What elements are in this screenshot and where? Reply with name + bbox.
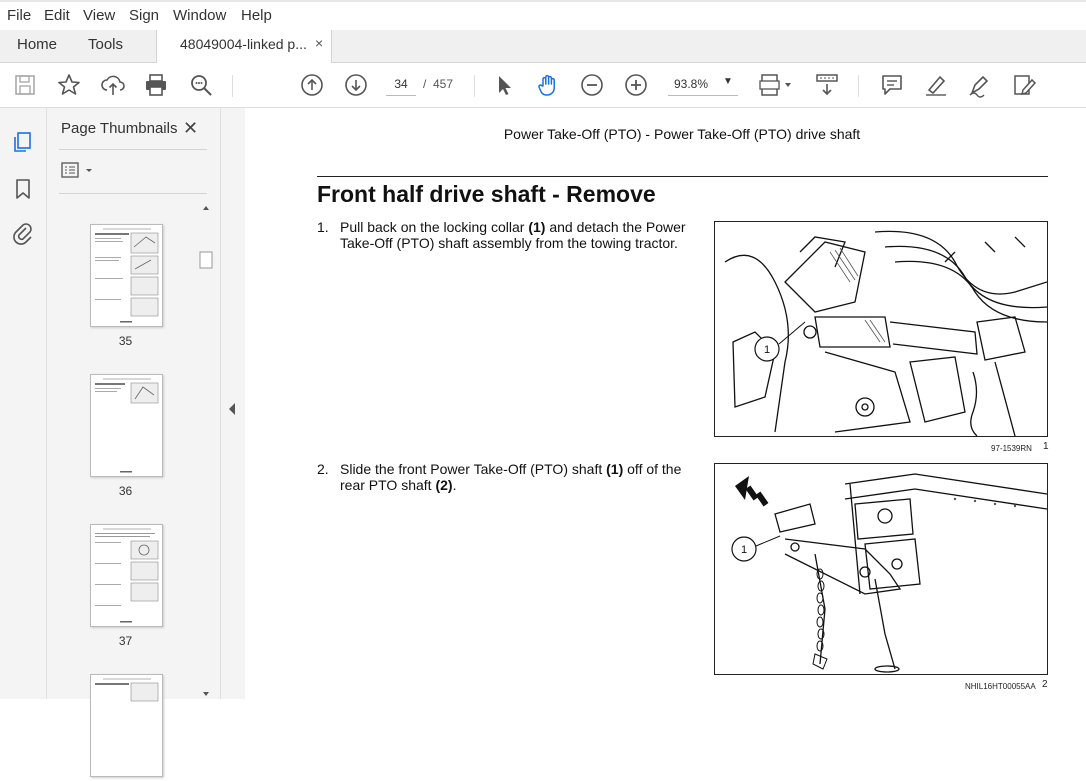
find-icon[interactable]	[188, 72, 214, 98]
thumbnail-page[interactable]	[90, 374, 163, 477]
pane-title: Page Thumbnails	[61, 120, 178, 137]
page-down-icon[interactable]	[343, 72, 369, 98]
menu-sign[interactable]: Sign	[129, 7, 159, 24]
thumbnail-label: 37	[118, 634, 133, 648]
collapse-left-icon[interactable]	[229, 403, 235, 415]
page-thumbnails-pane: Page Thumbnails ✕ 35 36 37	[47, 108, 220, 777]
step-text: Pull back on the locking collar (1) and …	[340, 219, 686, 251]
save-icon[interactable]	[12, 72, 38, 98]
close-pane-icon[interactable]: ✕	[183, 118, 198, 139]
edit-pdf-icon[interactable]	[1011, 72, 1037, 98]
thumbnail-page[interactable]	[90, 224, 163, 327]
scroll-mode-icon[interactable]	[814, 72, 840, 98]
thumbnail-page[interactable]	[90, 524, 163, 627]
figure-pto-collar: 1	[714, 221, 1048, 437]
pane-collapse-handle[interactable]	[220, 108, 246, 699]
thumbnail-options-button[interactable]	[61, 162, 97, 185]
tab-document[interactable]: 48049004-linked p... ×	[156, 30, 332, 63]
tab-bar: Home Tools 48049004-linked p... ×	[0, 30, 1086, 63]
page-up-icon[interactable]	[299, 72, 325, 98]
figure-code: 97-1539RN	[991, 444, 1032, 453]
zoom-value: 93.8%	[674, 77, 709, 91]
header-rule	[317, 176, 1048, 177]
toolbar-separator	[474, 75, 475, 97]
left-rail	[0, 108, 47, 699]
close-tab-icon[interactable]: ×	[315, 35, 323, 51]
toolbar-separator	[232, 75, 233, 97]
thumbnail-page[interactable]	[90, 674, 163, 777]
select-pointer-icon[interactable]	[491, 72, 517, 98]
figure-number: 2	[1042, 679, 1048, 690]
upload-icon[interactable]	[100, 72, 126, 98]
bookmark-icon[interactable]	[11, 177, 35, 201]
page-thumbnails-icon[interactable]	[11, 130, 35, 154]
thumbnail-label: 36	[118, 484, 133, 498]
tab-document-title: 48049004-linked p...	[180, 36, 307, 52]
sign-icon[interactable]	[967, 72, 993, 98]
section-title: Front half drive shaft - Remove	[317, 181, 656, 207]
figure-number: 1	[1043, 441, 1049, 452]
chevron-down-icon: ▼	[723, 76, 733, 87]
menu-edit[interactable]: Edit	[44, 7, 70, 24]
page-fit-icon[interactable]	[758, 72, 794, 98]
star-icon[interactable]	[56, 72, 82, 98]
zoom-out-icon[interactable]	[579, 72, 605, 98]
figure-pto-slide: 1	[714, 463, 1048, 675]
zoom-in-icon[interactable]	[623, 72, 649, 98]
thumbnails-scrollbar[interactable]	[199, 202, 213, 699]
step-number: 2.	[317, 461, 329, 477]
zoom-dropdown[interactable]: 93.8% ▼	[668, 73, 738, 96]
toolbar-separator	[858, 75, 859, 97]
menu-bar: File Edit View Sign Window Help	[0, 0, 1086, 30]
tab-tools[interactable]: Tools	[88, 36, 123, 53]
menu-help[interactable]: Help	[241, 7, 272, 24]
pane-divider	[59, 193, 207, 194]
hand-tool-icon[interactable]	[535, 72, 561, 98]
highlight-icon[interactable]	[923, 72, 949, 98]
figure-code: NHIL16HT00055AA	[965, 682, 1036, 691]
menu-file[interactable]: File	[7, 7, 31, 24]
pane-divider	[59, 149, 207, 150]
menu-window[interactable]: Window	[173, 7, 226, 24]
step-number: 1.	[317, 219, 329, 235]
print-icon[interactable]	[143, 72, 169, 98]
step-text: Slide the front Power Take-Off (PTO) sha…	[340, 461, 682, 493]
page-number-input[interactable]	[386, 73, 416, 96]
tab-home[interactable]: Home	[17, 36, 57, 53]
attachment-icon[interactable]	[11, 222, 35, 246]
thumbnail-label: 35	[118, 334, 133, 348]
menu-view[interactable]: View	[83, 7, 115, 24]
figure-callout: 1	[741, 544, 747, 556]
page-separator: /	[423, 77, 427, 91]
running-header: Power Take-Off (PTO) - Power Take-Off (P…	[503, 126, 861, 142]
comment-icon[interactable]	[879, 72, 905, 98]
document-view: Power Take-Off (PTO) - Power Take-Off (P…	[245, 108, 1086, 699]
toolbar: / 457 93.8% ▼	[0, 63, 1086, 108]
total-pages: 457	[433, 77, 454, 91]
figure-callout: 1	[764, 344, 770, 356]
